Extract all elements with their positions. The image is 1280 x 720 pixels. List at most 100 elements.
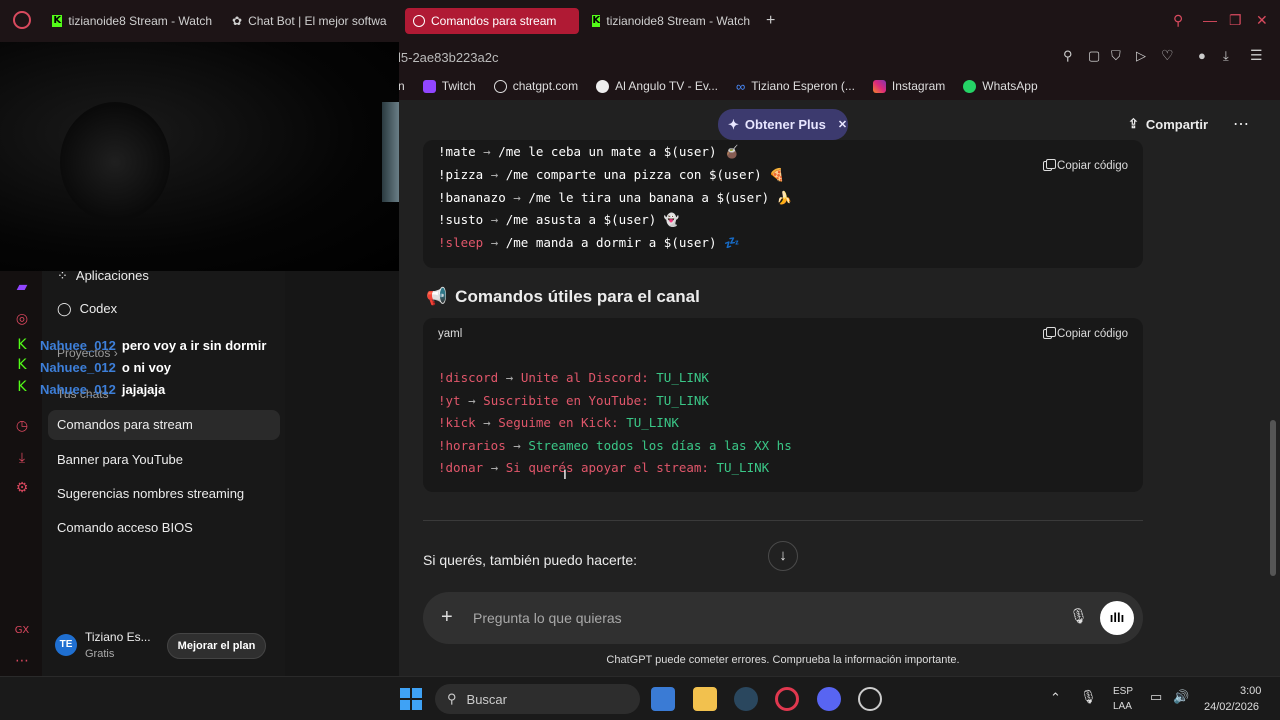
chat-title: Banner para YouTube (57, 452, 184, 467)
scroll-down-button[interactable]: ↓ (768, 541, 798, 571)
kick-icon[interactable]: K (14, 337, 30, 353)
pin-icon[interactable]: ⚲ (1063, 48, 1073, 64)
address-bar[interactable]: l5-2ae83b223a2c ⚲ ▢ ⛉ ▷ ♡ ● ⤓ ☰ (398, 42, 1280, 72)
language-bottom[interactable]: LAA (1113, 701, 1132, 712)
tab-chatbot[interactable]: ✿ Chat Bot | El mejor softwa (224, 8, 400, 34)
url-text[interactable]: l5-2ae83b223a2c (398, 50, 498, 65)
settings-icon[interactable]: ⚙ (14, 480, 30, 496)
chat-title: Comando acceso BIOS (57, 520, 193, 535)
shield-icon[interactable]: ⛉ (1111, 48, 1121, 64)
copy-code-button[interactable]: Copiar código (1043, 159, 1128, 172)
download-icon[interactable]: ⤓ (14, 450, 30, 466)
chat-username: Nahuee_012 (40, 360, 116, 375)
bookmark-twitch[interactable]: Twitch (422, 79, 476, 93)
upgrade-plan-button[interactable]: Mejorar el plan (167, 633, 266, 659)
sidebar-item-apps[interactable]: ⁘ Aplicaciones (57, 268, 149, 284)
tab-kick-stream-1[interactable]: K tizianoide8 Stream - Watch (44, 8, 220, 34)
scrollbar-track[interactable] (1267, 100, 1280, 676)
network-icon[interactable]: ▭ (1150, 689, 1162, 705)
volume-icon[interactable]: 🔊 (1173, 689, 1189, 705)
code-line: !yt → Suscribite en YouTube: TU_LINK (438, 393, 709, 408)
menu-icon[interactable]: ☰ (1250, 47, 1263, 64)
sleep-icon: 💤 (724, 235, 740, 250)
discord-icon[interactable] (817, 687, 841, 711)
windows-taskbar: ⚲ Buscar ⌃ 🎙 ESP LAA ▭ 🔊 3:00 24/02/2026 (0, 676, 1280, 720)
microphone-icon[interactable]: 🎙 (1080, 689, 1097, 705)
get-plus-label: Obtener Plus (744, 117, 826, 132)
maximize-icon[interactable]: ❐ (1229, 12, 1242, 29)
code-text: /me manda a dormir a $(user) (505, 235, 717, 250)
tab-label: Chat Bot | El mejor softwa (248, 14, 387, 28)
chat-title: Sugerencias nombres streaming (57, 486, 245, 501)
sidebar-item-codex[interactable]: ◯ Codex (57, 301, 117, 317)
more-icon[interactable]: ⋯ (14, 653, 30, 669)
avatar[interactable]: TE (55, 634, 77, 656)
bookmark-chatgpt[interactable]: chatgpt.com (493, 79, 578, 93)
search-label: Buscar (466, 691, 507, 707)
bookmark-label: n (398, 79, 405, 93)
sidebar-chat-banner[interactable]: Banner para YouTube (57, 452, 183, 467)
chatgpt-icon (413, 15, 425, 27)
minimize-icon[interactable]: — (1203, 12, 1217, 28)
copy-label: Copiar código (1057, 328, 1128, 340)
new-tab-icon[interactable]: + (766, 12, 775, 30)
gx-icon[interactable]: GX (14, 623, 30, 639)
profile-icon[interactable]: ● (1198, 48, 1206, 63)
kick-icon[interactable]: K (14, 379, 30, 395)
chatgpt-sidebar: ⁘ Aplicaciones ◯ Codex Proyectos › Tus cha… (40, 268, 285, 676)
sidebar-chat-bios[interactable]: Comando acceso BIOS (57, 520, 193, 535)
voice-mode-button[interactable]: ıllı (1100, 601, 1134, 635)
snapshot-icon[interactable]: ▢ (1088, 48, 1100, 64)
bookmark-instagram[interactable]: Instagram (872, 79, 945, 93)
user-name[interactable]: Tiziano Es... (85, 630, 151, 644)
windows-start-icon[interactable] (400, 688, 422, 710)
store-icon[interactable] (651, 687, 675, 711)
code-cmd: !sleep (438, 235, 484, 250)
settings-icon[interactable] (858, 687, 882, 711)
language-top[interactable]: ESP (1113, 686, 1133, 697)
bookmark-whatsapp[interactable]: WhatsApp (963, 79, 1038, 93)
add-attachment-icon[interactable]: + (441, 606, 453, 629)
microphone-icon[interactable]: 🎙 (1069, 607, 1088, 625)
close-icon[interactable]: ✕ (838, 118, 847, 131)
steam-icon[interactable] (734, 687, 758, 711)
bookmark-al-angulo[interactable]: Al Angulo TV - Ev... (596, 79, 718, 93)
instagram-icon[interactable]: ◎ (14, 311, 30, 327)
scrollbar-thumb[interactable] (1270, 420, 1276, 576)
chat-username: Nahuee_012 (40, 382, 116, 397)
prompt-input-box[interactable]: + Pregunta lo que quieras 🎙 ıllı (423, 592, 1143, 644)
search-tabs-icon[interactable]: ⚲ (1173, 12, 1183, 29)
close-icon[interactable]: ✕ (1256, 12, 1268, 29)
arrow-icon: → (483, 144, 491, 159)
sidebar-chat-comandos[interactable]: Comandos para stream (48, 410, 280, 440)
bookmark-tiziano[interactable]: ∞ Tiziano Esperon (... (736, 79, 855, 94)
opera-gx-icon[interactable] (775, 687, 799, 711)
send-icon[interactable]: ▷ (1136, 48, 1146, 64)
copy-code-button[interactable]: Copiar código (1043, 327, 1128, 340)
ghost-icon: 👻 (663, 212, 680, 227)
clock-time[interactable]: 3:00 (1240, 685, 1261, 697)
code-line: !horarios → Streameo todos los días a la… (438, 438, 792, 453)
tab-kick-stream-2[interactable]: K tizianoide8 Stream - Watch (584, 8, 758, 34)
bookmark-partial[interactable]: n (398, 79, 405, 93)
tab-comandos-stream[interactable]: Comandos para stream (405, 8, 579, 34)
sidebar-chat-sugerencias[interactable]: Sugerencias nombres streaming (57, 486, 244, 501)
twitch-icon[interactable]: ▰ (14, 279, 30, 295)
download-icon[interactable]: ⤓ (1223, 48, 1229, 64)
heart-icon[interactable]: ♡ (1161, 47, 1174, 64)
meta-icon: ∞ (736, 78, 746, 94)
kick-icon[interactable]: K (14, 357, 30, 373)
file-explorer-icon[interactable] (693, 687, 717, 711)
taskbar-search[interactable]: ⚲ Buscar (435, 684, 640, 714)
bookmark-label: Al Angulo TV - Ev... (615, 79, 719, 93)
soccer-icon (596, 79, 610, 93)
opera-logo-icon[interactable] (13, 11, 31, 29)
history-icon[interactable]: ◷ (14, 418, 30, 434)
chat-title: Comandos para stream (57, 417, 193, 432)
more-options-icon[interactable]: ⋯ (1233, 114, 1249, 134)
chevron-up-icon[interactable]: ⌃ (1050, 690, 1061, 706)
share-button[interactable]: ⇪ Compartir (1128, 116, 1208, 132)
get-plus-button[interactable]: ✦ Obtener Plus ✕ (718, 109, 848, 140)
clock-date[interactable]: 24/02/2026 (1204, 701, 1259, 713)
prompt-input[interactable]: Pregunta lo que quieras (473, 610, 622, 626)
